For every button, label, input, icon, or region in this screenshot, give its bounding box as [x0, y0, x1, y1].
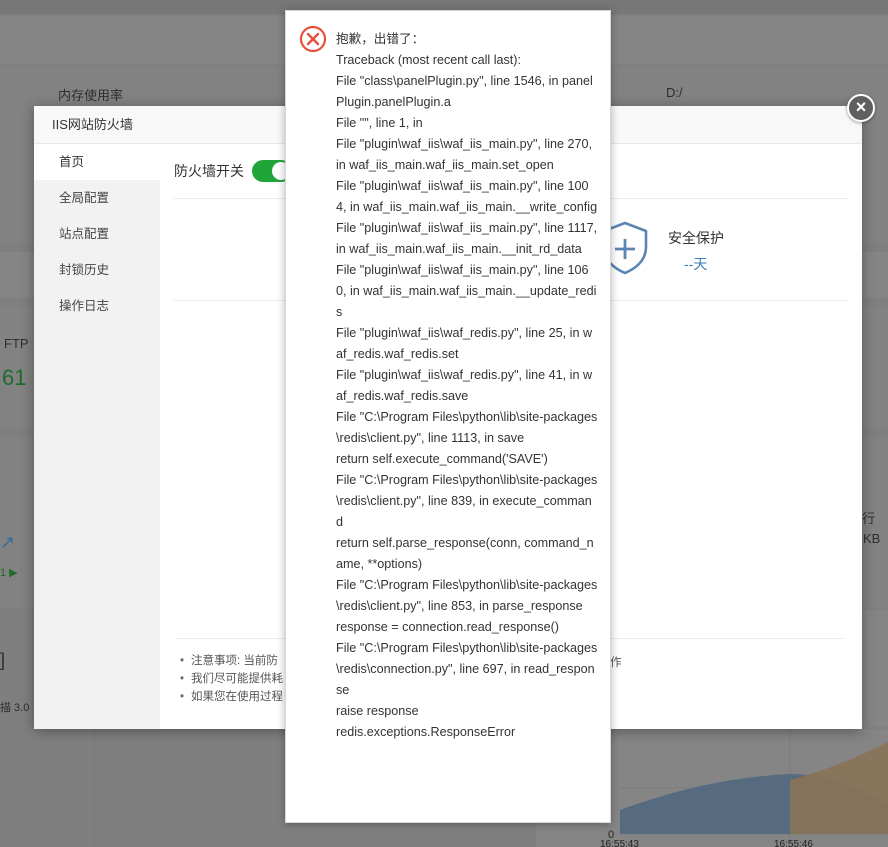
traceback-line: File "class\panelPlugin.py", line 1546, …: [336, 74, 593, 109]
notes-list: 注意事项: 当前防 我们尽可能提供耗 如果您在使用过程: [180, 652, 283, 706]
close-button[interactable]: ×: [847, 94, 875, 122]
list-item: 注意事项: 当前防: [180, 652, 283, 670]
sidebar-item-site-config[interactable]: 站点配置: [34, 216, 160, 252]
bg-play-icon: 1 ▶: [0, 567, 18, 579]
traceback-line: raise response: [336, 704, 419, 718]
traceback-line: redis.exceptions.ResponseError: [336, 725, 516, 739]
traceback-line: File "", line 1, in: [336, 116, 423, 130]
bg-divider: [94, 729, 95, 847]
bg-chart-area-orange: [790, 742, 888, 834]
traceback-line: File "plugin\waf_iis\waf_iis_main.py", l…: [336, 221, 598, 256]
traceback-line: return self.parse_response(conn, command…: [336, 536, 594, 571]
sidebar-item-global-config[interactable]: 全局配置: [34, 180, 160, 216]
list-item: 如果您在使用过程: [180, 688, 283, 706]
protect-days: --天: [684, 256, 708, 272]
traceback-line: File "plugin\waf_iis\waf_redis.py", line…: [336, 326, 593, 361]
bg-left-frag: 描 3.0: [0, 702, 30, 714]
traceback-line: File "plugin\waf_iis\waf_redis.py", line…: [336, 368, 593, 403]
protect-title: 安全保护: [668, 230, 724, 246]
firewall-switch-label: 防火墙开关: [174, 163, 244, 179]
traceback-line: Traceback (most recent call last):: [336, 53, 521, 67]
notes-tail: 作: [610, 657, 622, 669]
traceback-line: File "C:\Program Files\python\lib\site-p…: [336, 641, 598, 697]
traceback-line: File "C:\Program Files\python\lib\site-p…: [336, 473, 598, 529]
error-circle-icon: [299, 25, 327, 53]
traceback: Traceback (most recent call last): File "…: [336, 50, 598, 743]
bg-chart-x-label: 16:55:43: [600, 839, 639, 847]
bg-ftp-value: 61: [2, 365, 27, 390]
traceback-line: File "plugin\waf_iis\waf_iis_main.py", l…: [336, 137, 593, 172]
bg-memory-label: 内存使用率: [58, 88, 124, 103]
error-title: 抱歉，出错了：: [336, 32, 425, 46]
sidebar-item-block-history[interactable]: 封锁历史: [34, 252, 160, 288]
sidebar-item-home[interactable]: 首页: [34, 144, 160, 180]
traceback-line: File "C:\Program Files\python\lib\site-p…: [336, 410, 598, 445]
sidebar-item-operation-log[interactable]: 操作日志: [34, 288, 160, 324]
modal-sidebar: 首页 全局配置 站点配置 封锁历史 操作日志: [34, 144, 160, 729]
error-message: 抱歉，出错了： Traceback (most recent call last…: [336, 29, 598, 743]
bg-right-frag-1: 行: [862, 511, 876, 526]
traceback-line: response = connection.read_response(): [336, 620, 559, 634]
list-item: 我们尽可能提供耗: [180, 670, 283, 688]
traceback-line: File "C:\Program Files\python\lib\site-p…: [336, 578, 598, 613]
traceback-line: File "plugin\waf_iis\waf_iis_main.py", l…: [336, 179, 598, 214]
bg-bracket-icon: ]: [0, 650, 6, 670]
error-dialog: 抱歉，出错了： Traceback (most recent call last…: [285, 10, 611, 823]
protect-summary: 安全保护 --天: [600, 220, 850, 280]
bg-chart-x-label: 16:55:46: [774, 839, 813, 847]
bg-disk-label: D:/: [666, 85, 683, 100]
bg-arrow-icon: ↗: [0, 532, 16, 552]
firewall-switch-row: 防火墙开关: [174, 158, 292, 184]
traceback-line: File "plugin\waf_iis\waf_iis_main.py", l…: [336, 263, 597, 319]
bg-ftp-label: FTP: [4, 336, 29, 351]
bg-right-frag-2: KB: [863, 531, 881, 546]
traceback-line: return self.execute_command('SAVE'): [336, 452, 548, 466]
